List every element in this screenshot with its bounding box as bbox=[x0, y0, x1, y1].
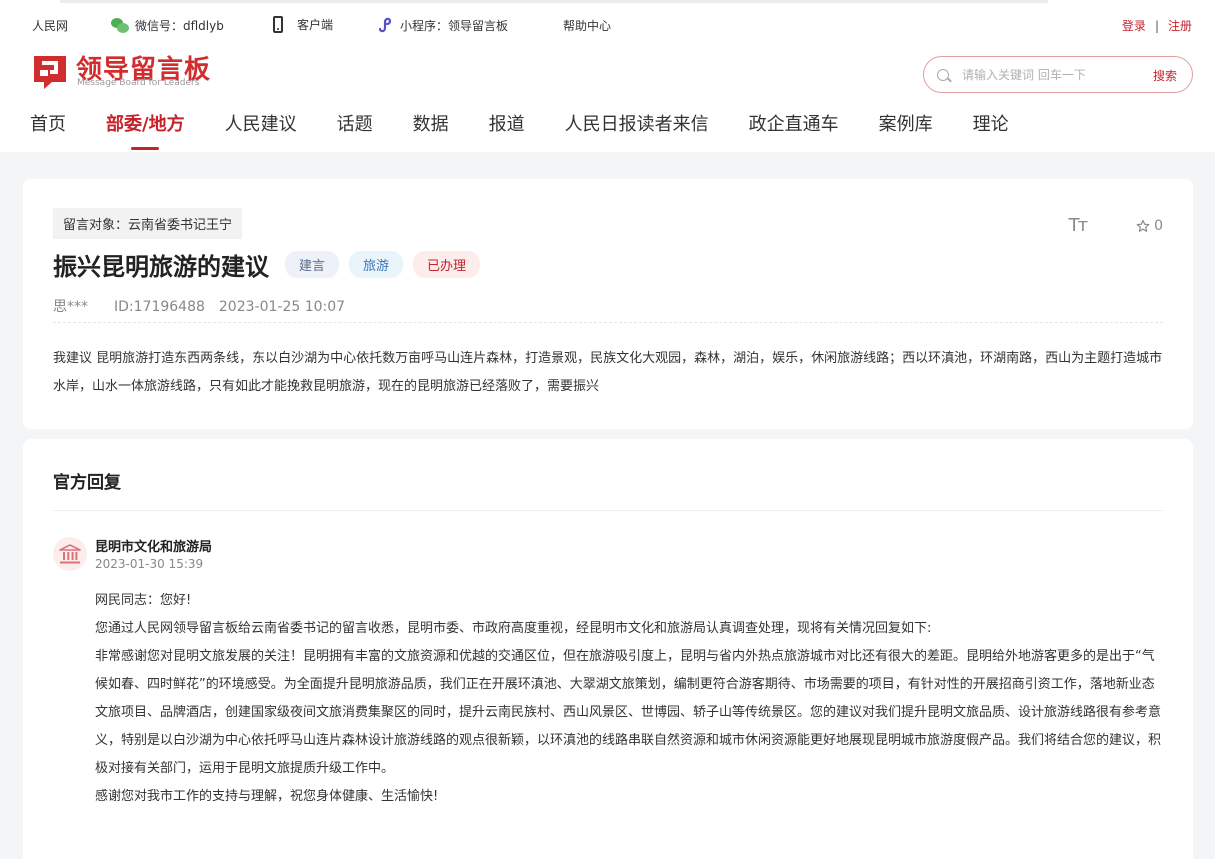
favorite-button[interactable]: 0 bbox=[1136, 218, 1163, 234]
help-link[interactable]: 帮助中心 bbox=[563, 17, 611, 34]
message-target: 留言对象：云南省委书记王宁 bbox=[53, 208, 243, 239]
message-tools: Tт 0 bbox=[1069, 215, 1163, 236]
search-icon bbox=[937, 69, 949, 81]
tag-category[interactable]: 旅游 bbox=[349, 251, 404, 278]
reply-time: 2023-01-30 15:39 bbox=[95, 557, 204, 571]
miniprogram-icon bbox=[376, 16, 394, 34]
top-bar: 人民网 微信号：dfldlyb 客户端 小程序：领导留言板 帮助中心 登录 | 注册 bbox=[0, 10, 1215, 42]
message-date: 2023-01-25 10:07 bbox=[218, 299, 346, 315]
logo-mark-icon bbox=[34, 56, 66, 89]
font-size-toggle-icon[interactable]: Tт bbox=[1069, 215, 1089, 236]
government-building-icon bbox=[59, 544, 81, 564]
reply-card: 官方回复 昆明市文化和旅游局 2023-01-30 15:39 网民同志：您好!… bbox=[23, 439, 1193, 859]
meta-divider bbox=[53, 322, 1163, 323]
top-scrollbar bbox=[60, 0, 1048, 3]
auth-links: 登录 | 注册 bbox=[1122, 17, 1192, 34]
header: 人民网 微信号：dfldlyb 客户端 小程序：领导留言板 帮助中心 登录 | 注册 bbox=[0, 0, 1215, 152]
search-box: 搜索 bbox=[923, 56, 1193, 93]
message-title: 振兴昆明旅游的建议 bbox=[53, 253, 269, 281]
reply-body: 网民同志：您好! 您通过人民网领导留言板给云南省委书记的留言收悉，昆明市委、市政… bbox=[95, 587, 1165, 811]
site-link[interactable]: 人民网 bbox=[32, 17, 68, 34]
org-name: 昆明市文化和旅游局 bbox=[95, 540, 213, 555]
reply-paragraph: 感谢您对我市工作的支持与理解，祝您身体健康、生活愉快! bbox=[95, 789, 439, 804]
nav-item[interactable]: 话题 bbox=[337, 112, 373, 150]
miniprogram-link[interactable]: 小程序：领导留言板 bbox=[376, 16, 508, 34]
client-label: 客户端 bbox=[297, 18, 334, 32]
favorite-count: 0 bbox=[1154, 217, 1163, 234]
nav-item[interactable]: 部委/地方 bbox=[106, 112, 185, 150]
nav-item[interactable]: 人民日报读者来信 bbox=[565, 112, 709, 150]
search-button[interactable]: 搜索 bbox=[1153, 67, 1177, 84]
nav-item[interactable]: 首页 bbox=[30, 112, 66, 150]
site-link-label: 人民网 bbox=[32, 19, 69, 33]
search-input[interactable] bbox=[962, 65, 1132, 85]
auth-separator: | bbox=[1154, 19, 1159, 33]
author: 思*** bbox=[53, 299, 88, 315]
client-link[interactable]: 客户端 bbox=[273, 16, 333, 33]
tag-status: 已办理 bbox=[413, 251, 481, 278]
star-icon bbox=[1136, 219, 1150, 232]
message-id: ID:17196488 bbox=[114, 299, 205, 315]
site-logo[interactable]: 领导留言板 Message Board for Leaders bbox=[30, 50, 220, 92]
nav-item[interactable]: 理论 bbox=[973, 112, 1009, 150]
wechat-label: 微信号：dfldlyb bbox=[135, 19, 224, 33]
tag-type[interactable]: 建言 bbox=[285, 251, 340, 278]
reply-paragraph: 非常感谢您对昆明文旅发展的关注！昆明拥有丰富的文旅资源和优越的交通区位，但在旅游… bbox=[95, 649, 1162, 776]
nav-item[interactable]: 政企直通车 bbox=[749, 112, 839, 150]
wechat-link[interactable]: 微信号：dfldlyb bbox=[111, 17, 224, 34]
org-avatar bbox=[53, 537, 87, 571]
message-content: 我建议 昆明旅游打造东西两条线，东以白沙湖为中心依托数万亩呼马山连片森林，打造景… bbox=[53, 351, 1163, 394]
reply-paragraph: 网民同志：您好! bbox=[95, 593, 192, 608]
help-label: 帮助中心 bbox=[563, 19, 612, 33]
nav-item[interactable]: 人民建议 bbox=[225, 112, 297, 150]
wechat-icon bbox=[111, 18, 129, 33]
reply-heading: 官方回复 bbox=[53, 473, 121, 493]
message-meta: 思*** ID:17196488 2023-01-25 10:07 bbox=[53, 296, 371, 316]
login-link[interactable]: 登录 bbox=[1122, 19, 1146, 33]
phone-icon bbox=[273, 16, 283, 33]
nav-item[interactable]: 报道 bbox=[489, 112, 525, 150]
miniprogram-label: 小程序：领导留言板 bbox=[400, 18, 509, 33]
message-card: 留言对象：云南省委书记王宁 Tт 0 振兴昆明旅游的建议 建言 旅游 已办理 思… bbox=[23, 179, 1193, 429]
register-link[interactable]: 注册 bbox=[1168, 19, 1192, 33]
title-row: 振兴昆明旅游的建议 建言 旅游 已办理 bbox=[53, 247, 481, 282]
nav-item[interactable]: 数据 bbox=[413, 112, 449, 150]
nav-item[interactable]: 案例库 bbox=[879, 112, 933, 150]
reply-divider bbox=[53, 510, 1163, 511]
reply-paragraph: 您通过人民网领导留言板给云南省委书记的留言收悉，昆明市委、市政府高度重视，经昆明… bbox=[95, 621, 932, 636]
logo-subtitle: Message Board for Leaders bbox=[77, 78, 200, 88]
main-nav: 首页 部委/地方 人民建议 话题 数据 报道 人民日报读者来信 政企直通车 案例库 理论 bbox=[30, 112, 1049, 152]
